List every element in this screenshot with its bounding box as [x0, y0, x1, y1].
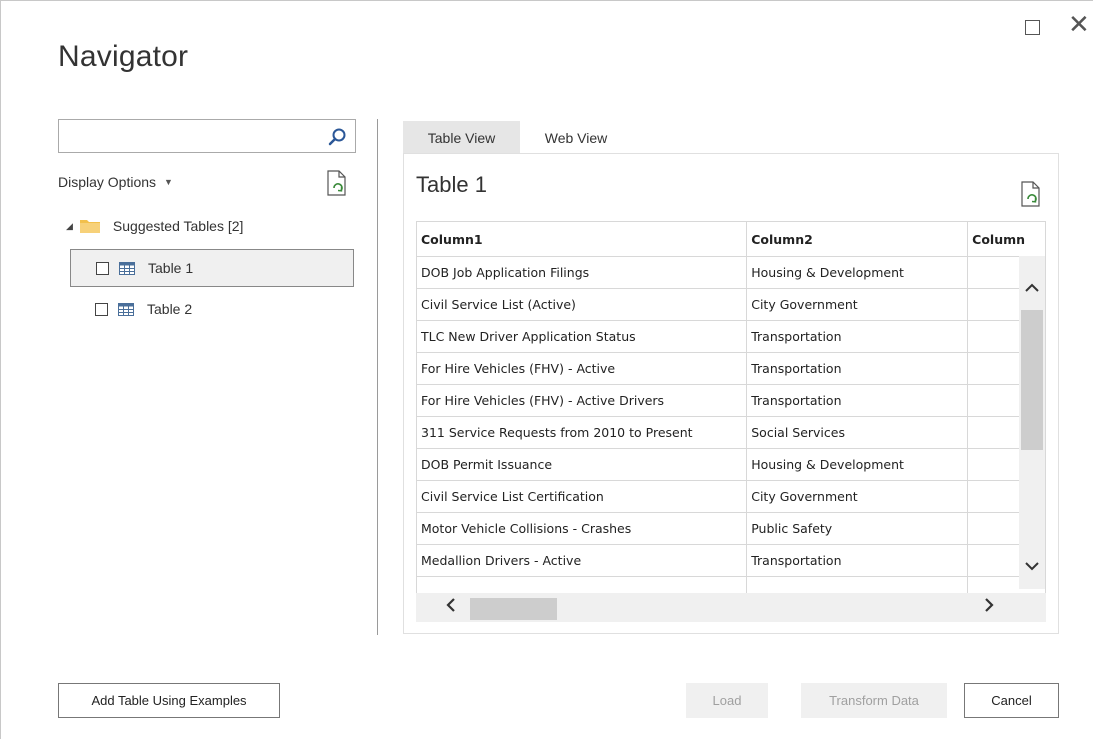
table-cell: Transportation — [746, 352, 969, 385]
cancel-button[interactable]: Cancel — [964, 683, 1059, 718]
search-box[interactable] — [58, 119, 356, 153]
table-cell: Housing & Development — [746, 448, 969, 481]
table-row[interactable]: TLC New Driver Application Status Transpo… — [416, 320, 1046, 353]
tab-table-view[interactable]: Table View — [403, 121, 520, 154]
refresh-icon[interactable] — [1018, 180, 1044, 208]
table-cell: Public Safety — [746, 512, 969, 545]
table-row[interactable]: Motor Vehicle Collisions - Crashes Public… — [416, 512, 1046, 545]
table-cell: City Government — [746, 480, 969, 513]
scroll-left-icon[interactable] — [440, 597, 462, 616]
tree-item-table-1[interactable]: Table 1 — [70, 249, 354, 287]
table-row[interactable]: DOB Job Application Filings Housing & Dev… — [416, 256, 1046, 289]
vertical-scroll-thumb[interactable] — [1021, 310, 1043, 450]
tree-item-table-2[interactable]: Table 2 — [70, 290, 354, 328]
dialog-title: Navigator — [58, 40, 189, 73]
tree-item-label: Table 1 — [148, 260, 194, 276]
panel-divider — [377, 119, 378, 635]
table-row[interactable]: For Hire Vehicles (FHV) - Active Drivers… — [416, 384, 1046, 417]
table-row[interactable]: For Hire Vehicles (FHV) - Active Transpor… — [416, 352, 1046, 385]
column-header[interactable]: Column — [967, 221, 1046, 257]
search-input[interactable] — [65, 121, 319, 153]
table-header-row: Column1 Column2 Column — [416, 221, 1046, 257]
table-cell: Social Services — [746, 416, 969, 449]
close-icon[interactable]: ✕ — [1068, 10, 1090, 40]
tree-suggested-tables[interactable]: ◢ Suggested Tables [2] — [66, 218, 243, 234]
tree-root-label: Suggested Tables [2] — [112, 218, 244, 234]
search-icon[interactable] — [327, 127, 347, 147]
transform-data-button[interactable]: Transform Data — [801, 683, 947, 718]
table-cell: DOB Job Application Filings — [416, 256, 748, 289]
tree-expand-icon[interactable]: ◢ — [66, 221, 73, 232]
scroll-up-icon[interactable] — [1021, 278, 1043, 297]
table-row[interactable]: Medallion Drivers - Active Transportation — [416, 544, 1046, 577]
table-2-checkbox[interactable] — [95, 302, 108, 316]
preview-table: Column1 Column2 Column DOB Job Applicati… — [416, 221, 1046, 609]
load-button[interactable]: Load — [686, 683, 768, 718]
column-header[interactable]: Column2 — [746, 221, 969, 257]
folder-icon — [79, 220, 100, 233]
table-cell: For Hire Vehicles (FHV) - Active Drivers — [416, 384, 748, 417]
preview-title: Table 1 — [416, 172, 487, 197]
table-icon — [118, 302, 134, 316]
scroll-down-icon[interactable] — [1021, 556, 1043, 575]
display-options-dropdown[interactable]: Display Options ▼ — [58, 174, 173, 190]
tab-web-view[interactable]: Web View — [524, 121, 628, 154]
table-row[interactable]: DOB Permit Issuance Housing & Development — [416, 448, 1046, 481]
table-cell: Housing & Development — [746, 256, 969, 289]
table-1-checkbox[interactable] — [96, 261, 109, 275]
table-row[interactable]: 311 Service Requests from 2010 to Presen… — [416, 416, 1046, 449]
table-cell: 311 Service Requests from 2010 to Presen… — [416, 416, 748, 449]
display-options-label: Display Options — [58, 174, 157, 190]
data-grid[interactable]: Column1 Column2 Column DOB Job Applicati… — [416, 221, 1046, 622]
table-cell: City Government — [746, 288, 969, 321]
table-cell: Medallion Drivers - Active — [416, 544, 748, 577]
refresh-icon[interactable] — [324, 169, 350, 197]
table-cell: TLC New Driver Application Status — [416, 320, 748, 353]
add-table-using-examples-button[interactable]: Add Table Using Examples — [58, 683, 280, 718]
maximize-icon[interactable] — [1025, 20, 1040, 35]
table-cell: Civil Service List (Active) — [416, 288, 748, 321]
table-row[interactable]: Civil Service List (Active) City Governme… — [416, 288, 1046, 321]
scroll-right-icon[interactable] — [978, 597, 1000, 616]
chevron-down-icon: ▼ — [164, 177, 173, 187]
table-cell: For Hire Vehicles (FHV) - Active — [416, 352, 748, 385]
tree-item-label: Table 2 — [147, 301, 193, 317]
table-cell: Transportation — [746, 544, 969, 577]
column-header[interactable]: Column1 — [416, 221, 748, 257]
table-row[interactable]: Civil Service List Certification City Gov… — [416, 480, 1046, 513]
table-cell: Civil Service List Certification — [416, 480, 748, 513]
table-cell: Transportation — [746, 320, 969, 353]
table-cell: Motor Vehicle Collisions - Crashes — [416, 512, 748, 545]
table-icon — [119, 261, 135, 275]
table-cell: DOB Permit Issuance — [416, 448, 748, 481]
table-cell: Transportation — [746, 384, 969, 417]
horizontal-scroll-thumb[interactable] — [470, 598, 557, 620]
